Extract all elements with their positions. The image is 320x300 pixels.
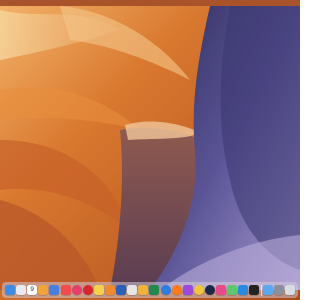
steam-icon[interactable]	[204, 285, 215, 295]
swirl-app-icon[interactable]	[71, 285, 82, 295]
calendar-icon[interactable]: 9	[27, 285, 38, 295]
photos-icon[interactable]	[38, 285, 49, 295]
calendar-date-text: 9	[30, 286, 35, 293]
settings-icon[interactable]	[273, 285, 284, 295]
mail-icon[interactable]	[49, 285, 60, 295]
desktop-wallpaper	[0, 0, 300, 300]
books-icon[interactable]	[104, 285, 115, 295]
browser-icon[interactable]	[160, 285, 171, 295]
maps-icon[interactable]	[227, 285, 238, 295]
vscode-icon[interactable]	[238, 285, 249, 295]
news-icon[interactable]	[60, 285, 71, 295]
terminal-icon[interactable]	[249, 285, 260, 295]
excel-icon[interactable]	[149, 285, 160, 295]
folder-icon[interactable]	[262, 285, 273, 295]
preview-icon[interactable]	[127, 285, 138, 295]
pencil-icon[interactable]	[138, 285, 149, 295]
firefox-icon[interactable]	[171, 285, 182, 295]
desktop: 9	[0, 0, 300, 300]
finder-icon[interactable]	[5, 285, 15, 295]
dock: 9	[2, 282, 298, 298]
chrome-icon[interactable]	[193, 285, 204, 295]
purple-app-icon[interactable]	[182, 285, 193, 295]
menu-bar	[0, 0, 300, 6]
trash-icon[interactable]	[284, 285, 295, 295]
notes-icon[interactable]	[93, 285, 104, 295]
launchpad-icon[interactable]	[16, 285, 27, 295]
word-icon[interactable]	[116, 285, 127, 295]
dock-separator	[260, 284, 262, 296]
opera-icon[interactable]	[82, 285, 93, 295]
pink-app-icon[interactable]	[216, 285, 227, 295]
